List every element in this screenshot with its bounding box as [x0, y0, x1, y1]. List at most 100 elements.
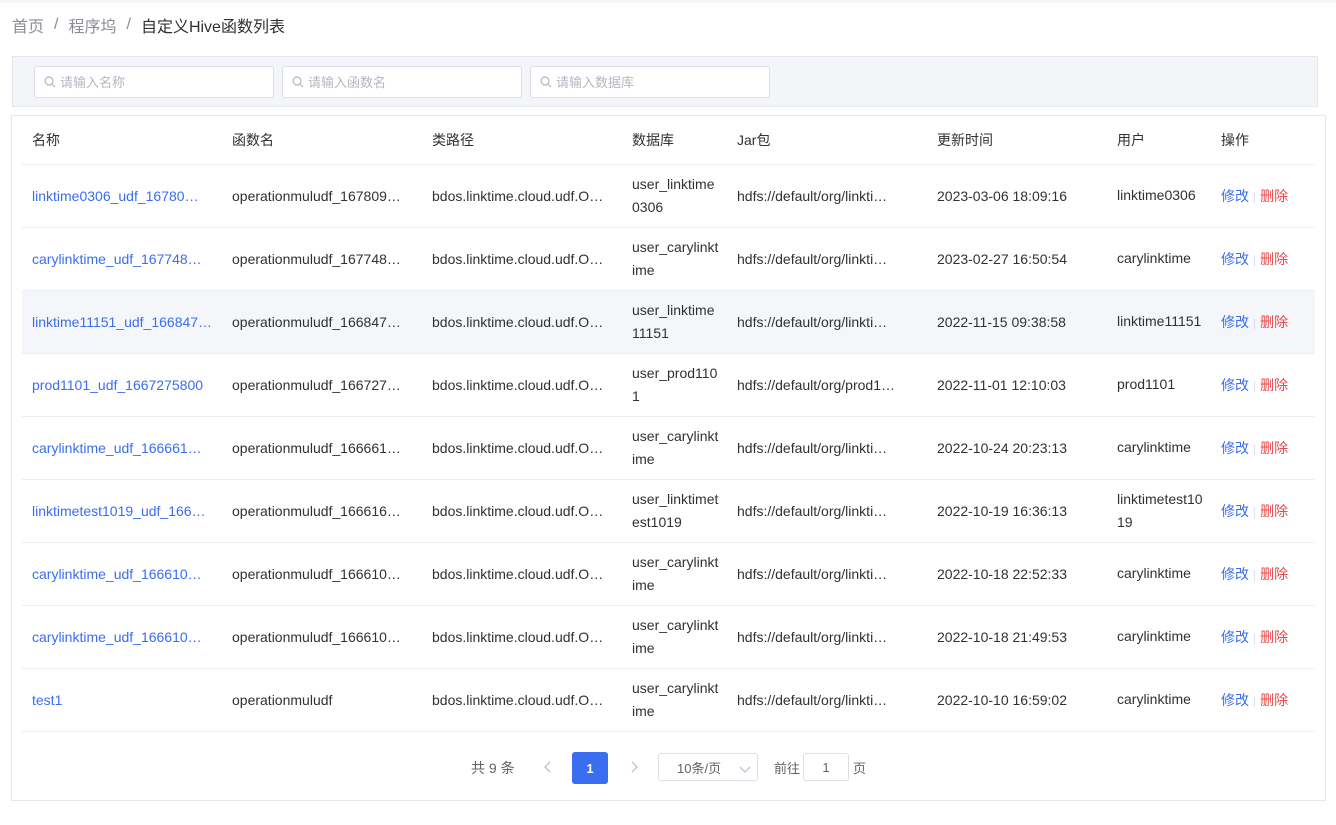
delete-button[interactable]: 删除: [1260, 629, 1288, 645]
cell-database: user_carylinktime: [622, 668, 727, 732]
function-name: operationmuludf_166727…: [232, 376, 401, 393]
cell-classpath: bdos.linktime.cloud.udf.O…: [422, 227, 622, 291]
database-name: user_carylinktime: [632, 616, 719, 656]
jar-path: hdfs://default/org/linkti…: [737, 313, 888, 330]
udf-name-link[interactable]: linktime11151_udf_166847…: [32, 314, 216, 330]
page-size-value: 10条/页: [677, 760, 722, 776]
cell-name: test1: [22, 668, 222, 732]
udf-name-link[interactable]: carylinktime_udf_166610…: [32, 566, 216, 582]
function-name: operationmuludf_166661…: [232, 439, 401, 456]
cell-actions: 修改 | 删除: [1211, 416, 1315, 480]
cell-user: prod1101: [1107, 353, 1211, 417]
database-name: user_carylinktime: [632, 427, 719, 467]
class-path: bdos.linktime.cloud.udf.O…: [432, 502, 604, 519]
database-name: user_carylinktime: [632, 679, 719, 719]
function-name: operationmuludf_166847…: [232, 313, 401, 330]
edit-button[interactable]: 修改: [1221, 251, 1249, 267]
table-row: carylinktime_udf_166610… operationmuludf…: [22, 542, 1315, 606]
breadcrumb-home[interactable]: 首页: [12, 13, 44, 37]
edit-button[interactable]: 修改: [1221, 692, 1249, 708]
cell-database: user_linktimetest1019: [622, 479, 727, 543]
page-size-select[interactable]: 10条/页: [658, 753, 758, 781]
chevron-left-icon[interactable]: [538, 756, 558, 778]
table-row: carylinktime_udf_166610… operationmuludf…: [22, 605, 1315, 669]
edit-button[interactable]: 修改: [1221, 629, 1249, 645]
edit-button[interactable]: 修改: [1221, 503, 1249, 519]
cell-actions: 修改 | 删除: [1211, 290, 1315, 354]
delete-button[interactable]: 删除: [1260, 188, 1288, 204]
update-time: 2022-10-18 22:52:33: [937, 565, 1067, 582]
delete-button[interactable]: 删除: [1260, 440, 1288, 456]
page-button-current[interactable]: 1: [572, 752, 608, 784]
cell-function: operationmuludf_166727…: [222, 353, 422, 417]
update-time: 2022-11-01 12:10:03: [937, 376, 1066, 393]
search-icon: [43, 75, 57, 89]
breadcrumb-separator: /: [126, 16, 131, 33]
delete-button[interactable]: 删除: [1260, 377, 1288, 393]
top-divider: [0, 0, 1336, 3]
delete-button[interactable]: 删除: [1260, 503, 1288, 519]
name-search-field[interactable]: [34, 66, 274, 98]
search-icon: [539, 75, 553, 89]
function-search-input[interactable]: [308, 74, 508, 90]
cell-name: carylinktime_udf_166610…: [22, 542, 222, 606]
column-header-actions: 操作: [1211, 116, 1315, 165]
cell-user: carylinktime: [1107, 227, 1211, 291]
function-search-field[interactable]: [282, 66, 522, 98]
cell-user: linktime0306: [1107, 164, 1211, 228]
cell-user: carylinktime: [1107, 668, 1211, 732]
breadcrumb: 首页 / 程序坞 / 自定义Hive函数列表: [12, 14, 285, 36]
delete-button[interactable]: 删除: [1260, 692, 1288, 708]
cell-update-time: 2022-10-19 16:36:13: [927, 479, 1107, 543]
action-divider: |: [1253, 252, 1257, 267]
udf-name-link[interactable]: linktime0306_udf_16780…: [32, 188, 216, 204]
table-row: prod1101_udf_1667275800 operationmuludf_…: [22, 353, 1315, 417]
chevron-right-icon[interactable]: [624, 756, 644, 778]
cell-update-time: 2022-10-18 21:49:53: [927, 605, 1107, 669]
udf-name-link[interactable]: carylinktime_udf_167748…: [32, 251, 216, 267]
cell-database: user_carylinktime: [622, 416, 727, 480]
cell-database: user_linktime11151: [622, 290, 727, 354]
edit-button[interactable]: 修改: [1221, 440, 1249, 456]
delete-button[interactable]: 删除: [1260, 314, 1288, 330]
class-path: bdos.linktime.cloud.udf.O…: [432, 187, 604, 204]
edit-button[interactable]: 修改: [1221, 314, 1249, 330]
database-name: user_carylinktime: [632, 553, 719, 593]
udf-name-link[interactable]: carylinktime_udf_166661…: [32, 440, 216, 456]
delete-button[interactable]: 删除: [1260, 251, 1288, 267]
cell-update-time: 2022-10-18 22:52:33: [927, 542, 1107, 606]
cell-jar: hdfs://default/org/prod1…: [727, 353, 927, 417]
database-name: user_linktimetest1019: [632, 490, 719, 530]
database-name: user_prod1101: [632, 364, 718, 404]
user-name: carylinktime: [1117, 628, 1191, 644]
database-search-field[interactable]: [530, 66, 770, 98]
goto-page-input[interactable]: [803, 753, 849, 781]
table-header-row: 名称 函数名 类路径 数据库 Jar包 更新时间 用户 操作: [22, 116, 1315, 165]
edit-button[interactable]: 修改: [1221, 377, 1249, 393]
edit-button[interactable]: 修改: [1221, 566, 1249, 582]
udf-name-link[interactable]: carylinktime_udf_166610…: [32, 629, 216, 645]
table-row: linktime11151_udf_166847… operationmulud…: [22, 290, 1315, 354]
cell-name: linktime11151_udf_166847…: [22, 290, 222, 354]
cell-function: operationmuludf_166610…: [222, 542, 422, 606]
column-header-function: 函数名: [222, 116, 422, 165]
column-header-database: 数据库: [622, 116, 727, 165]
cell-jar: hdfs://default/org/linkti…: [727, 479, 927, 543]
udf-name-link[interactable]: linktimetest1019_udf_166…: [32, 503, 216, 519]
database-search-input[interactable]: [556, 74, 756, 90]
breadcrumb-dock[interactable]: 程序坞: [68, 13, 116, 37]
cell-jar: hdfs://default/org/linkti…: [727, 416, 927, 480]
action-divider: |: [1253, 567, 1257, 582]
class-path: bdos.linktime.cloud.udf.O…: [432, 376, 604, 393]
database-name: user_linktime0306: [632, 175, 715, 215]
update-time: 2022-10-18 21:49:53: [937, 628, 1067, 645]
edit-button[interactable]: 修改: [1221, 188, 1249, 204]
cell-function: operationmuludf_167809…: [222, 164, 422, 228]
udf-name-link[interactable]: test1: [32, 692, 216, 708]
name-search-input[interactable]: [60, 74, 260, 90]
delete-button[interactable]: 删除: [1260, 566, 1288, 582]
jar-path: hdfs://default/org/prod1…: [737, 376, 895, 393]
udf-name-link[interactable]: prod1101_udf_1667275800: [32, 377, 216, 393]
cell-user: carylinktime: [1107, 542, 1211, 606]
cell-function: operationmuludf_166616…: [222, 479, 422, 543]
